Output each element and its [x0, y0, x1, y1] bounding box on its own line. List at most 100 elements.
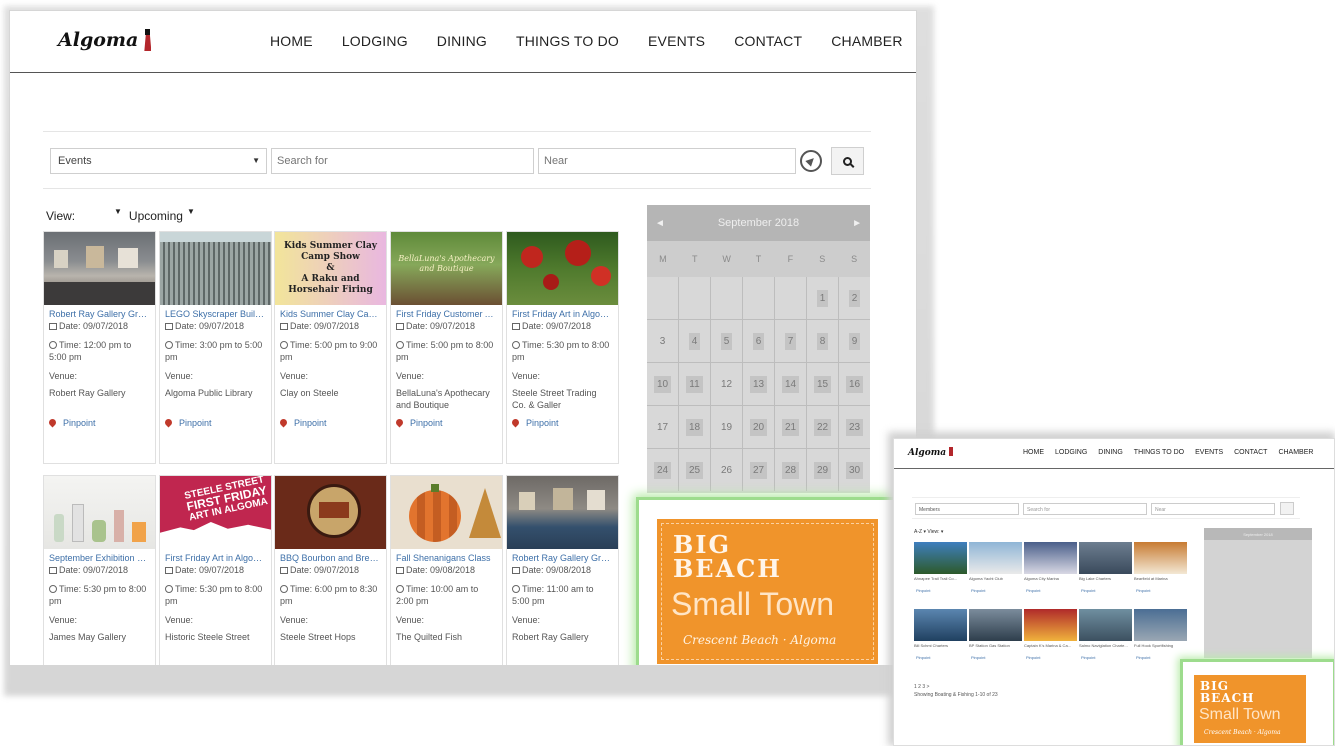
mini-pinpoint-link: Pinpoint	[1081, 655, 1096, 660]
event-image-first-friday[interactable]: STEELE STREET FIRST FRIDAY ART IN ALGOMA	[160, 476, 271, 549]
locate-me-icon[interactable]	[800, 150, 822, 172]
mini-card-image	[914, 609, 967, 641]
event-title[interactable]: First Friday Customer A...	[391, 305, 502, 319]
calendar-icon	[280, 323, 288, 330]
site-logo[interactable]: Algoma	[58, 29, 152, 51]
event-image-lego[interactable]	[160, 232, 271, 305]
calendar-day[interactable]: 16	[839, 363, 870, 405]
calendar-day[interactable]: 1	[807, 277, 838, 319]
calendar-day[interactable]: 23	[839, 406, 870, 448]
calendar-day[interactable]: 10	[647, 363, 678, 405]
calendar-day[interactable]: 5	[711, 320, 742, 362]
event-card[interactable]: STEELE STREET FIRST FRIDAY ART IN ALGOMA…	[159, 475, 272, 665]
clock-icon	[280, 341, 288, 349]
calendar-day[interactable]: 9	[839, 320, 870, 362]
event-card[interactable]: Robert Ray Gallery Gran... Date: 09/07/2…	[43, 231, 156, 464]
calendar-day[interactable]: 4	[679, 320, 710, 362]
calendar-grid: 1 2 3 4 5 6 7 8 9 10 11 12 13 14 15 16 17 18 19 20 21 22 23 24 2…	[647, 277, 870, 491]
event-title[interactable]: BBQ Bourbon and Brew...	[275, 549, 386, 563]
event-card[interactable]: Kids Summer Clay Camp Show & A Raku and …	[274, 231, 387, 464]
calendar-day[interactable]: 13	[743, 363, 774, 405]
event-title[interactable]: First Friday Art in Algom...	[160, 549, 271, 563]
pinpoint-link[interactable]: Pinpoint	[275, 400, 386, 436]
calendar-day[interactable]: 18	[679, 406, 710, 448]
event-image-gallery[interactable]	[44, 232, 155, 305]
calendar-day[interactable]: 28	[775, 449, 806, 491]
mini-card-image	[1024, 542, 1077, 574]
event-image-bellaluna[interactable]: BellaLuna's Apothecary and Boutique	[391, 232, 502, 305]
venue-label: Venue:	[49, 615, 78, 625]
event-card[interactable]: BBQ Bourbon and Brew... Date: 09/07/2018…	[274, 475, 387, 665]
nav-contact[interactable]: CONTACT	[734, 33, 802, 49]
view-label[interactable]: View:	[46, 209, 114, 223]
event-title[interactable]: Robert Ray Gallery Gran...	[44, 305, 155, 319]
calendar-day[interactable]: 15	[807, 363, 838, 405]
promo-banner[interactable]: BIG BEACH Small Town Crescent Beach · Al…	[657, 519, 878, 664]
calendar-prev-button[interactable]: ◄	[655, 218, 665, 229]
event-image-bbq[interactable]	[275, 476, 386, 549]
nav-events[interactable]: EVENTS	[648, 33, 705, 49]
calendar-day[interactable]: 19	[711, 406, 742, 448]
nav-home[interactable]: HOME	[270, 33, 313, 49]
calendar-day[interactable]: 26	[711, 449, 742, 491]
mini-footer: 1 2 3 > Showing Boating & Fishing 1-10 o…	[914, 683, 998, 699]
calendar-day[interactable]: 21	[775, 406, 806, 448]
pinpoint-link[interactable]: Pinpoint	[160, 400, 271, 436]
calendar-day[interactable]: 17	[647, 406, 678, 448]
event-card[interactable]: First Friday Art in Algom... Date: 09/07…	[506, 231, 619, 464]
pinpoint-link[interactable]: Pinpoint	[44, 400, 155, 436]
event-image-quilt[interactable]	[391, 476, 502, 549]
calendar-day[interactable]: 20	[743, 406, 774, 448]
event-card[interactable]: BellaLuna's Apothecary and Boutique Firs…	[390, 231, 503, 464]
calendar-day[interactable]: 7	[775, 320, 806, 362]
calendar-day[interactable]: 24	[647, 449, 678, 491]
lighthouse-icon	[143, 29, 152, 51]
calendar-day[interactable]: 8	[807, 320, 838, 362]
event-image-clay[interactable]: Kids Summer Clay Camp Show & A Raku and …	[275, 232, 386, 305]
calendar-day[interactable]: 27	[743, 449, 774, 491]
category-select[interactable]: Events ▼	[50, 148, 267, 174]
nav-lodging[interactable]: LODGING	[342, 33, 408, 49]
event-title[interactable]: Kids Summer Clay Cam...	[275, 305, 386, 319]
clock-icon	[512, 341, 520, 349]
near-input[interactable]	[538, 148, 796, 174]
event-title[interactable]: Fall Shenanigans Class	[391, 549, 502, 563]
event-title[interactable]: September Exhibition O...	[44, 549, 155, 563]
caret-down-icon[interactable]: ▼	[114, 207, 122, 221]
event-card[interactable]: LEGO Skyscraper Building Date: 09/07/201…	[159, 231, 272, 464]
event-time: Time: 12:00 pm to 5:00 pm	[49, 340, 132, 362]
lighthouse-icon	[949, 447, 954, 456]
event-image-exhibition[interactable]	[44, 476, 155, 549]
caret-down-icon[interactable]: ▼	[187, 207, 195, 221]
nav-chamber[interactable]: CHAMBER	[831, 33, 902, 49]
event-image-gallery[interactable]	[507, 476, 618, 549]
calendar-day[interactable]: 22	[807, 406, 838, 448]
calendar-day[interactable]: 12	[711, 363, 742, 405]
pinpoint-link[interactable]: Pinpoint	[507, 412, 618, 436]
pinpoint-link[interactable]: Pinpoint	[391, 412, 502, 436]
calendar-next-button[interactable]: ►	[852, 218, 862, 229]
search-input[interactable]	[271, 148, 534, 174]
calendar-day[interactable]: 30	[839, 449, 870, 491]
calendar-day[interactable]: 2	[839, 277, 870, 319]
event-title[interactable]: LEGO Skyscraper Building	[160, 305, 271, 319]
calendar-day[interactable]: 29	[807, 449, 838, 491]
nav-things-to-do[interactable]: THINGS TO DO	[516, 33, 619, 49]
calendar-day[interactable]: 6	[743, 320, 774, 362]
mini-near-input: Near	[1151, 503, 1275, 515]
event-title[interactable]: Robert Ray Gallery Gran...	[507, 549, 618, 563]
nav-dining[interactable]: DINING	[437, 33, 487, 49]
event-card[interactable]: September Exhibition O... Date: 09/07/20…	[43, 475, 156, 665]
event-card[interactable]: Fall Shenanigans Class Date: 09/08/2018 …	[390, 475, 503, 665]
search-button[interactable]	[831, 147, 864, 175]
event-card[interactable]: Robert Ray Gallery Gran... Date: 09/08/2…	[506, 475, 619, 665]
event-title[interactable]: First Friday Art in Algom...	[507, 305, 618, 319]
upcoming-filter[interactable]: Upcoming	[129, 209, 183, 223]
calendar-day[interactable]: 3	[647, 320, 678, 362]
search-icon	[843, 156, 852, 166]
event-image-poppies[interactable]	[507, 232, 618, 305]
calendar-day[interactable]: 14	[775, 363, 806, 405]
mini-card-title: BP Station Gas Station	[969, 643, 1010, 648]
calendar-day[interactable]: 11	[679, 363, 710, 405]
calendar-day[interactable]: 25	[679, 449, 710, 491]
